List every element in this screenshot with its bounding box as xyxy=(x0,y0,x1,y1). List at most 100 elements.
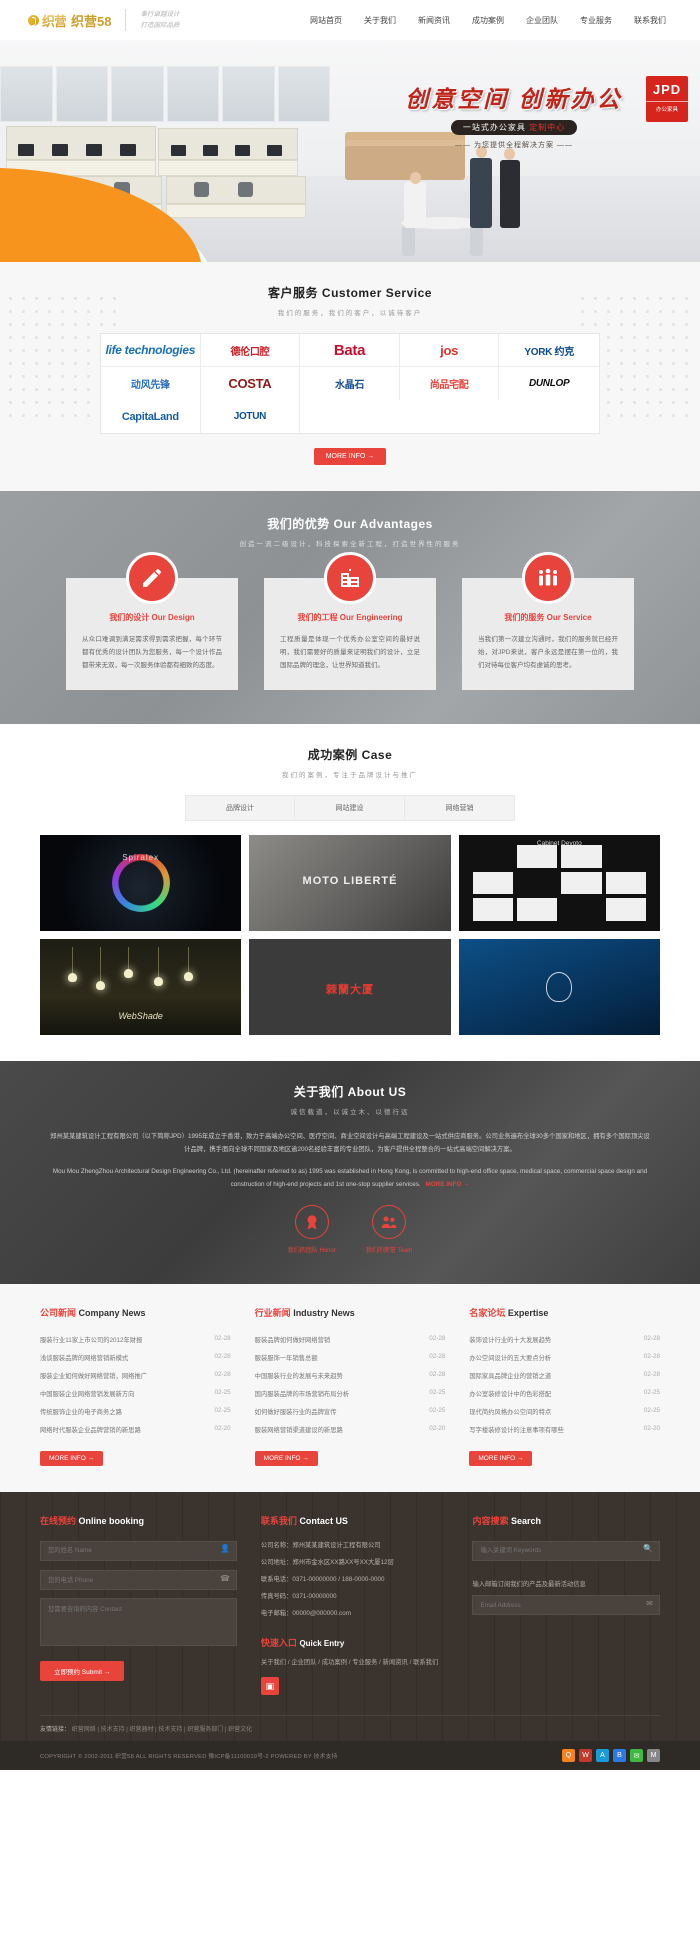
case-item[interactable]: WebShade xyxy=(40,939,242,1035)
page-root: 织营 织营58 奉行卓越设计 打造国际品质 网站首页 关于我们 新闻资讯 成功案… xyxy=(0,0,700,1770)
baidu-icon[interactable]: B xyxy=(613,1749,626,1762)
adv-card-title-en: Our Engineering xyxy=(339,613,403,622)
tab-brand-design[interactable]: 品牌设计 xyxy=(185,795,295,821)
case-caption: WebShade xyxy=(118,1011,163,1021)
logo-cn-text: 织营 xyxy=(42,11,67,30)
news-item[interactable]: 服装服饰一年销售总额 02-28 xyxy=(255,1349,446,1367)
brand-cell[interactable]: JOTUN xyxy=(201,400,301,433)
qq-icon[interactable]: Q xyxy=(562,1749,575,1762)
quick-entry-links[interactable]: 关于我们 / 企业团队 / 成功案例 / 专业服务 / 新闻资讯 / 联系我们 xyxy=(261,1657,449,1669)
advantage-card-service[interactable]: 我们的服务 Our Service 当我们第一次建立沟通时，我们的服务就已经开始… xyxy=(462,552,634,690)
brand-cell[interactable]: DUNLOP xyxy=(499,367,599,400)
news-item[interactable]: 中国服装行业的发展与未来趋势 02-28 xyxy=(255,1367,446,1385)
mail-icon[interactable]: ✉ xyxy=(646,1599,653,1608)
about-team[interactable]: 我们的荣誉 Team xyxy=(366,1205,412,1254)
news-item[interactable]: 服装行业11家上市公司的2012年财报 02-28 xyxy=(40,1331,231,1349)
about-icon-label-cn: 我们的团队 xyxy=(287,1248,318,1254)
adv-title-en: Our Advantages xyxy=(333,517,433,531)
advantage-card-engineering[interactable]: 我们的工程 Our Engineering 工程质量是体现一个优秀办公室空间的最… xyxy=(264,552,436,690)
qrcode-icon[interactable]: ▣ xyxy=(260,1677,279,1695)
news-more-button[interactable]: MORE INFO → xyxy=(254,1451,318,1466)
tab-website-build[interactable]: 网站建设 xyxy=(295,795,405,821)
case-item[interactable]: Cabinet Devoto xyxy=(458,835,660,931)
brand-cell[interactable]: life technologies xyxy=(101,334,201,367)
brand-cell[interactable]: Bata xyxy=(300,334,400,367)
news-item[interactable]: 办公空间设计的五大要点分析 02-28 xyxy=(469,1349,660,1367)
booking-phone-input[interactable] xyxy=(40,1570,237,1590)
case-tabs[interactable]: 品牌设计 网站建设 网络营销 xyxy=(0,795,700,821)
banner-title: 创意空间 创新办公 xyxy=(405,86,623,112)
email-input[interactable] xyxy=(472,1595,660,1615)
news-item[interactable]: 网络时代服装企业品牌营销的新思路 02-20 xyxy=(40,1421,231,1439)
news-item-date: 02-25 xyxy=(643,1407,660,1414)
banner-text-block: 创意空间 创新办公 一站式办公家具 定制中心 —— 为您提供全程解决方案 —— xyxy=(364,80,664,150)
sina-icon[interactable]: W xyxy=(579,1749,592,1762)
main-nav[interactable]: 网站首页 关于我们 新闻资讯 成功案例 企业团队 专业服务 联系我们 xyxy=(310,15,672,26)
brand-cell[interactable]: 动风先锋 xyxy=(101,367,201,400)
news-item[interactable]: 服装网络营销渠道建设的新思路 02-20 xyxy=(255,1421,446,1439)
advantage-card-design[interactable]: 我们的设计 Our Design 从众口难调到满足需求得到需求把握，每个环节都有… xyxy=(66,552,238,690)
nav-item-services[interactable]: 专业服务 xyxy=(580,15,612,26)
brand-cell[interactable]: jos xyxy=(399,334,500,367)
news-item[interactable]: 国际家具品牌企业的营销之道 02-28 xyxy=(469,1367,660,1385)
brand-cell[interactable]: COSTA xyxy=(201,367,301,400)
brand-cell[interactable]: YORK 约克 xyxy=(499,334,599,367)
advantages-heading: 我们的优势 Our Advantages 创造一流二级设计，科技探索全新工程，打… xyxy=(0,515,700,548)
nav-item-contact[interactable]: 联系我们 xyxy=(634,15,666,26)
news-item-title: 办公空间设计的五大要点分析 xyxy=(469,1355,552,1362)
case-title-en: Case xyxy=(361,748,393,762)
news-more-button[interactable]: MORE INFO → xyxy=(469,1451,533,1466)
news-item[interactable]: 办公室装修设计中的色彩搭配 02-25 xyxy=(469,1385,660,1403)
news-item[interactable]: 服装品牌如何做好网络营销 02-28 xyxy=(255,1331,446,1349)
search-input[interactable] xyxy=(472,1540,660,1561)
news-item[interactable]: 中国服装企业网络营销发展新方向 02-25 xyxy=(40,1385,231,1403)
news-item[interactable]: 现代简约风格办公空间的特点 02-25 xyxy=(469,1403,660,1421)
booking-submit-button[interactable]: 立即预约 Submit → xyxy=(40,1661,125,1681)
news-item[interactable]: 传统服饰企业的电子商务之路 02-25 xyxy=(40,1403,231,1421)
social-icons[interactable]: Q W A B ✉ M xyxy=(562,1749,660,1762)
wechat-icon[interactable]: ✉ xyxy=(630,1749,643,1762)
brand-cell[interactable]: 水晶石 xyxy=(300,367,400,400)
booking-message-input[interactable] xyxy=(40,1598,237,1646)
case-item[interactable]: MOTO LIBERTÉ xyxy=(249,835,451,931)
cases-section: 成功案例 Case 我们的案例，专注于品牌设计与推广 品牌设计 网站建设 网络营… xyxy=(0,724,700,1061)
brand-cell[interactable]: 德伦口腔 xyxy=(200,334,301,367)
site-logo[interactable]: 织营 织营58 xyxy=(28,11,111,30)
banner-subtitle-right: 定制中心 xyxy=(529,123,566,132)
news-title-cn: 行业新闻 xyxy=(254,1308,291,1318)
news-item-title: 服装行业11家上市公司的2012年财报 xyxy=(40,1337,143,1344)
friendly-links-list[interactable]: 织营网络 | 技术支持 | 织营器材 | 技术支持 | 织营服务部门 | 织营文… xyxy=(72,1727,252,1733)
nav-item-home[interactable]: 网站首页 xyxy=(310,15,342,26)
cs-title-en: Customer Service xyxy=(321,286,432,300)
news-item[interactable]: 装饰设计行业的十大发展趋势 02-28 xyxy=(469,1331,660,1349)
news-more-button[interactable]: MORE INFO → xyxy=(40,1451,104,1466)
news-item-title: 中国服装行业的发展与未来趋势 xyxy=(254,1373,343,1380)
nav-item-team[interactable]: 企业团队 xyxy=(526,15,558,26)
news-item[interactable]: 国内服装品牌的市场营销布局分析 02-25 xyxy=(255,1385,446,1403)
nav-item-news[interactable]: 新闻资讯 xyxy=(418,15,450,26)
case-item[interactable]: 棘蘭大厦 xyxy=(249,939,451,1035)
mail-icon[interactable]: M xyxy=(647,1749,660,1762)
case-item[interactable]: Spiralex xyxy=(40,835,242,931)
contact-line: 公司地址：郑州市金水区XX路XX号XX大厦12层 xyxy=(260,1559,394,1566)
about-more-link[interactable]: MORE INFO → xyxy=(426,1181,470,1188)
brand-cell[interactable]: 尚品宅配 xyxy=(400,367,500,400)
nav-item-about[interactable]: 关于我们 xyxy=(364,15,396,26)
news-item[interactable]: 如何做好服装行业的品牌宣传 02-25 xyxy=(255,1403,446,1421)
tab-network-marketing[interactable]: 网络营销 xyxy=(405,795,515,821)
nav-item-cases[interactable]: 成功案例 xyxy=(472,15,504,26)
booking-name-input[interactable] xyxy=(40,1540,237,1561)
brand-cell[interactable]: CapitaLand xyxy=(101,400,201,433)
logo-text: 织营58 xyxy=(71,13,112,29)
site-slogan: 奉行卓越设计 打造国际品质 xyxy=(140,9,179,31)
customer-service-more-button[interactable]: MORE INFO → xyxy=(314,448,386,465)
news-item[interactable]: 浅谈服装品牌的网络营销新模式 02-28 xyxy=(40,1349,231,1367)
alipay-icon[interactable]: A xyxy=(596,1749,609,1762)
news-item[interactable]: 写字楼装修设计的注意事项有哪些 02-20 xyxy=(469,1421,660,1439)
search-icon[interactable]: 🔍 xyxy=(643,1544,653,1553)
hero-banner[interactable]: 创意空间 创新办公 一站式办公家具 定制中心 —— 为您提供全程解决方案 —— … xyxy=(0,40,700,262)
contact-title-cn: 联系我们 xyxy=(260,1516,297,1526)
news-item[interactable]: 服装企业如何做好网络营销，网络推广 02-28 xyxy=(40,1367,231,1385)
case-item[interactable] xyxy=(458,939,660,1035)
about-honor[interactable]: 我们的团队 Honor xyxy=(288,1205,336,1254)
